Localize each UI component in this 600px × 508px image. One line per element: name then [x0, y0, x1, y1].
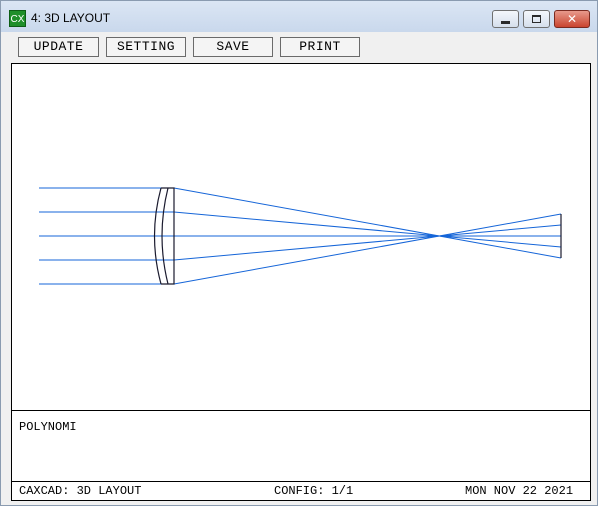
close-icon: ✕	[566, 12, 578, 26]
status-app-label: CAXCAD: 3D LAYOUT	[19, 484, 142, 498]
app-window: CX 4: 3D LAYOUT ✕ UPDATE SETTING SAVE PR…	[0, 0, 598, 506]
layout-canvas[interactable]: POLYNOMI CAXCAD: 3D LAYOUT CONFIG: 1/1 M…	[11, 63, 591, 501]
minimize-button[interactable]	[492, 10, 519, 28]
maximize-button[interactable]	[523, 10, 550, 28]
window-title: 4: 3D LAYOUT	[31, 11, 111, 25]
plot-divider	[12, 410, 590, 411]
save-button[interactable]: SAVE	[193, 37, 273, 57]
status-divider	[12, 481, 590, 482]
ray-refracted-4	[173, 224, 562, 261]
maximize-icon	[532, 15, 541, 23]
lens-layout-plot[interactable]	[12, 64, 590, 410]
update-button[interactable]: UPDATE	[18, 37, 99, 57]
status-config-label: CONFIG: 1/1	[274, 484, 354, 498]
app-icon: CX	[9, 10, 26, 27]
message-text: POLYNOMI	[19, 420, 77, 434]
close-button[interactable]: ✕	[554, 10, 590, 28]
minimize-icon	[501, 21, 510, 24]
status-date-label: MON NOV 22 2021	[465, 484, 574, 498]
ray-refracted-5	[173, 213, 562, 285]
toolbar: UPDATE SETTING SAVE PRINT	[1, 32, 597, 62]
ray-refracted-2	[173, 211, 562, 248]
setting-button[interactable]: SETTING	[106, 37, 186, 57]
title-bar[interactable]: CX 4: 3D LAYOUT ✕	[1, 1, 597, 33]
print-button[interactable]: PRINT	[280, 37, 360, 57]
ray-refracted-1	[173, 187, 562, 259]
